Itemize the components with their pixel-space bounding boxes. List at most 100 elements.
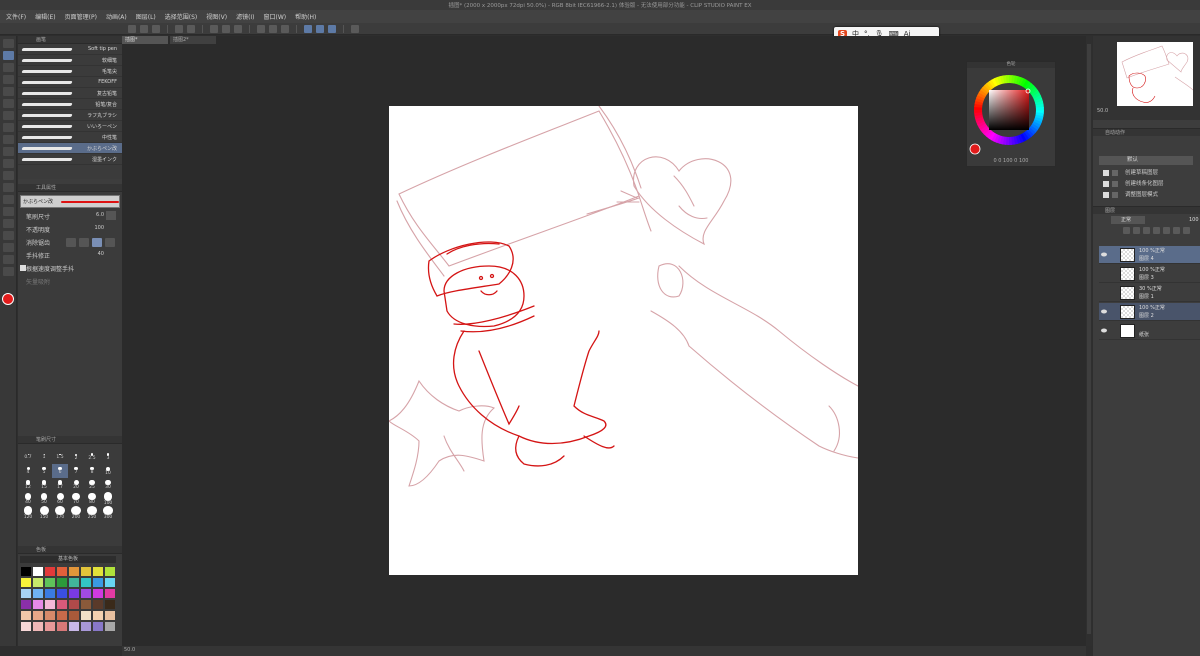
- brush-size-option[interactable]: 150: [36, 506, 52, 520]
- redo-icon[interactable]: [187, 24, 195, 33]
- color-swatch[interactable]: [20, 566, 32, 577]
- color-swatch[interactable]: [80, 621, 92, 632]
- layer-row[interactable]: 100 %正常 图层 4: [1099, 246, 1200, 264]
- list-item[interactable]: Soft tip pen: [18, 44, 122, 55]
- color-swatch[interactable]: [44, 599, 56, 610]
- color-swatch[interactable]: [104, 610, 116, 621]
- list-item-selected[interactable]: かぶらペン改: [18, 143, 122, 154]
- hand-tool-icon[interactable]: [3, 267, 14, 276]
- color-swatch[interactable]: [80, 577, 92, 588]
- layer-name[interactable]: 纸张: [1139, 331, 1149, 338]
- brush-panel-tab[interactable]: 画笔: [18, 36, 122, 44]
- color-swatch[interactable]: [80, 588, 92, 599]
- brush-size-option[interactable]: 17: [52, 478, 68, 492]
- brush-size-option[interactable]: 20: [68, 478, 84, 492]
- brush-size-option[interactable]: 2.5: [84, 450, 100, 464]
- brush-size-option[interactable]: 5: [36, 464, 52, 478]
- color-swatch[interactable]: [92, 599, 104, 610]
- list-item[interactable]: 毛笔尖: [18, 66, 122, 77]
- eye-icon[interactable]: [1101, 252, 1107, 257]
- color-swatch[interactable]: [44, 621, 56, 632]
- color-swatch[interactable]: [20, 577, 32, 588]
- folder-icon[interactable]: [1133, 227, 1140, 234]
- color-swatch[interactable]: [68, 566, 80, 577]
- mask-icon[interactable]: [1163, 227, 1170, 234]
- color-swatch[interactable]: [92, 577, 104, 588]
- eye-icon[interactable]: [1101, 328, 1107, 333]
- brush-size-option[interactable]: 250: [84, 506, 100, 520]
- color-swatch[interactable]: [104, 566, 116, 577]
- brush-size-option[interactable]: 10: [100, 464, 116, 478]
- color-swatch[interactable]: [44, 610, 56, 621]
- scrollbar-thumb[interactable]: [1087, 44, 1091, 634]
- brush-size-option[interactable]: 70: [68, 492, 84, 506]
- color-swatch[interactable]: [92, 566, 104, 577]
- vector-snap-row[interactable]: 矢量吸附: [18, 276, 122, 287]
- fill-icon[interactable]: [222, 24, 230, 33]
- airbrush-tool-icon[interactable]: [3, 75, 14, 84]
- document-tab[interactable]: 插图2*: [170, 36, 216, 44]
- speed-row[interactable]: 根据速度调整手抖: [18, 263, 122, 274]
- list-item[interactable]: ラフ丸ブラシ: [18, 110, 122, 121]
- menu-selection[interactable]: 选择范围(S): [165, 12, 198, 21]
- color-swatch[interactable]: [32, 577, 44, 588]
- brush-size-option[interactable]: 80: [84, 492, 100, 506]
- menu-filter[interactable]: 滤镜(I): [236, 12, 254, 21]
- list-item[interactable]: いいろーペン: [18, 121, 122, 132]
- menu-window[interactable]: 窗口(W): [264, 12, 287, 21]
- brush-size-option[interactable]: 4: [20, 464, 36, 478]
- auto-actions-dropdown[interactable]: 默认: [1099, 156, 1193, 165]
- main-color-swatch[interactable]: [2, 293, 14, 305]
- menu-animation[interactable]: 动画(A): [106, 12, 127, 21]
- color-swatch[interactable]: [56, 577, 68, 588]
- brush-size-row[interactable]: 笔刷尺寸 6.0: [18, 211, 122, 222]
- antialias-weak-button[interactable]: [79, 238, 89, 247]
- zoom-readout[interactable]: 50.0: [124, 647, 135, 653]
- menu-edit[interactable]: 编辑(E): [35, 12, 55, 21]
- menu-file[interactable]: 文件(F): [6, 12, 26, 21]
- color-swatch[interactable]: [68, 599, 80, 610]
- deselect-icon[interactable]: [257, 24, 265, 33]
- brush-size-option[interactable]: 7: [68, 464, 84, 478]
- invert-icon[interactable]: [281, 24, 289, 33]
- brush-size-option[interactable]: 8: [84, 464, 100, 478]
- enable-checkbox[interactable]: [1103, 181, 1109, 187]
- layer-opacity-value[interactable]: 100: [1189, 217, 1199, 223]
- color-swatch[interactable]: [32, 621, 44, 632]
- record-checkbox[interactable]: [1112, 192, 1118, 198]
- color-swatch[interactable]: [44, 577, 56, 588]
- color-swatch[interactable]: [92, 621, 104, 632]
- color-set-dropdown[interactable]: 基本色板: [20, 556, 116, 563]
- undo-icon[interactable]: [175, 24, 183, 33]
- pen-tool-icon[interactable]: [3, 39, 14, 48]
- eye-icon[interactable]: [1101, 309, 1107, 314]
- blend-tool-icon[interactable]: [3, 99, 14, 108]
- list-item[interactable]: 创建草稿图层: [1101, 168, 1197, 178]
- color-swatch[interactable]: [32, 599, 44, 610]
- layer-panel-tab[interactable]: 图层: [1093, 206, 1200, 214]
- brush-size-option[interactable]: 50: [36, 492, 52, 506]
- color-swatch[interactable]: [56, 599, 68, 610]
- list-item[interactable]: FEKOFF: [18, 77, 122, 88]
- color-swatch[interactable]: [68, 621, 80, 632]
- gradient-tool-icon[interactable]: [3, 171, 14, 180]
- navigator-preview[interactable]: [1117, 42, 1194, 106]
- navigator-zoom[interactable]: 50.0: [1097, 108, 1108, 114]
- move-tool-icon[interactable]: [3, 111, 14, 120]
- brush-size-option[interactable]: 6: [52, 464, 68, 478]
- lasso-tool-icon[interactable]: [3, 147, 14, 156]
- crop-icon[interactable]: [269, 24, 277, 33]
- selection-tool-icon[interactable]: [3, 135, 14, 144]
- opacity-value[interactable]: 100: [94, 225, 104, 231]
- save-icon[interactable]: [152, 24, 160, 33]
- color-swatch[interactable]: [56, 621, 68, 632]
- pencil-tool-icon[interactable]: [3, 63, 14, 72]
- document-tab-active[interactable]: 插图*: [122, 36, 168, 44]
- color-swatch[interactable]: [68, 588, 80, 599]
- color-swatch[interactable]: [20, 599, 32, 610]
- antialias-medium-button[interactable]: [92, 238, 102, 247]
- reference-icon[interactable]: [1173, 227, 1180, 234]
- list-item[interactable]: 软细笔: [18, 55, 122, 66]
- color-swatch[interactable]: [32, 566, 44, 577]
- new-layer-icon[interactable]: [1123, 227, 1130, 234]
